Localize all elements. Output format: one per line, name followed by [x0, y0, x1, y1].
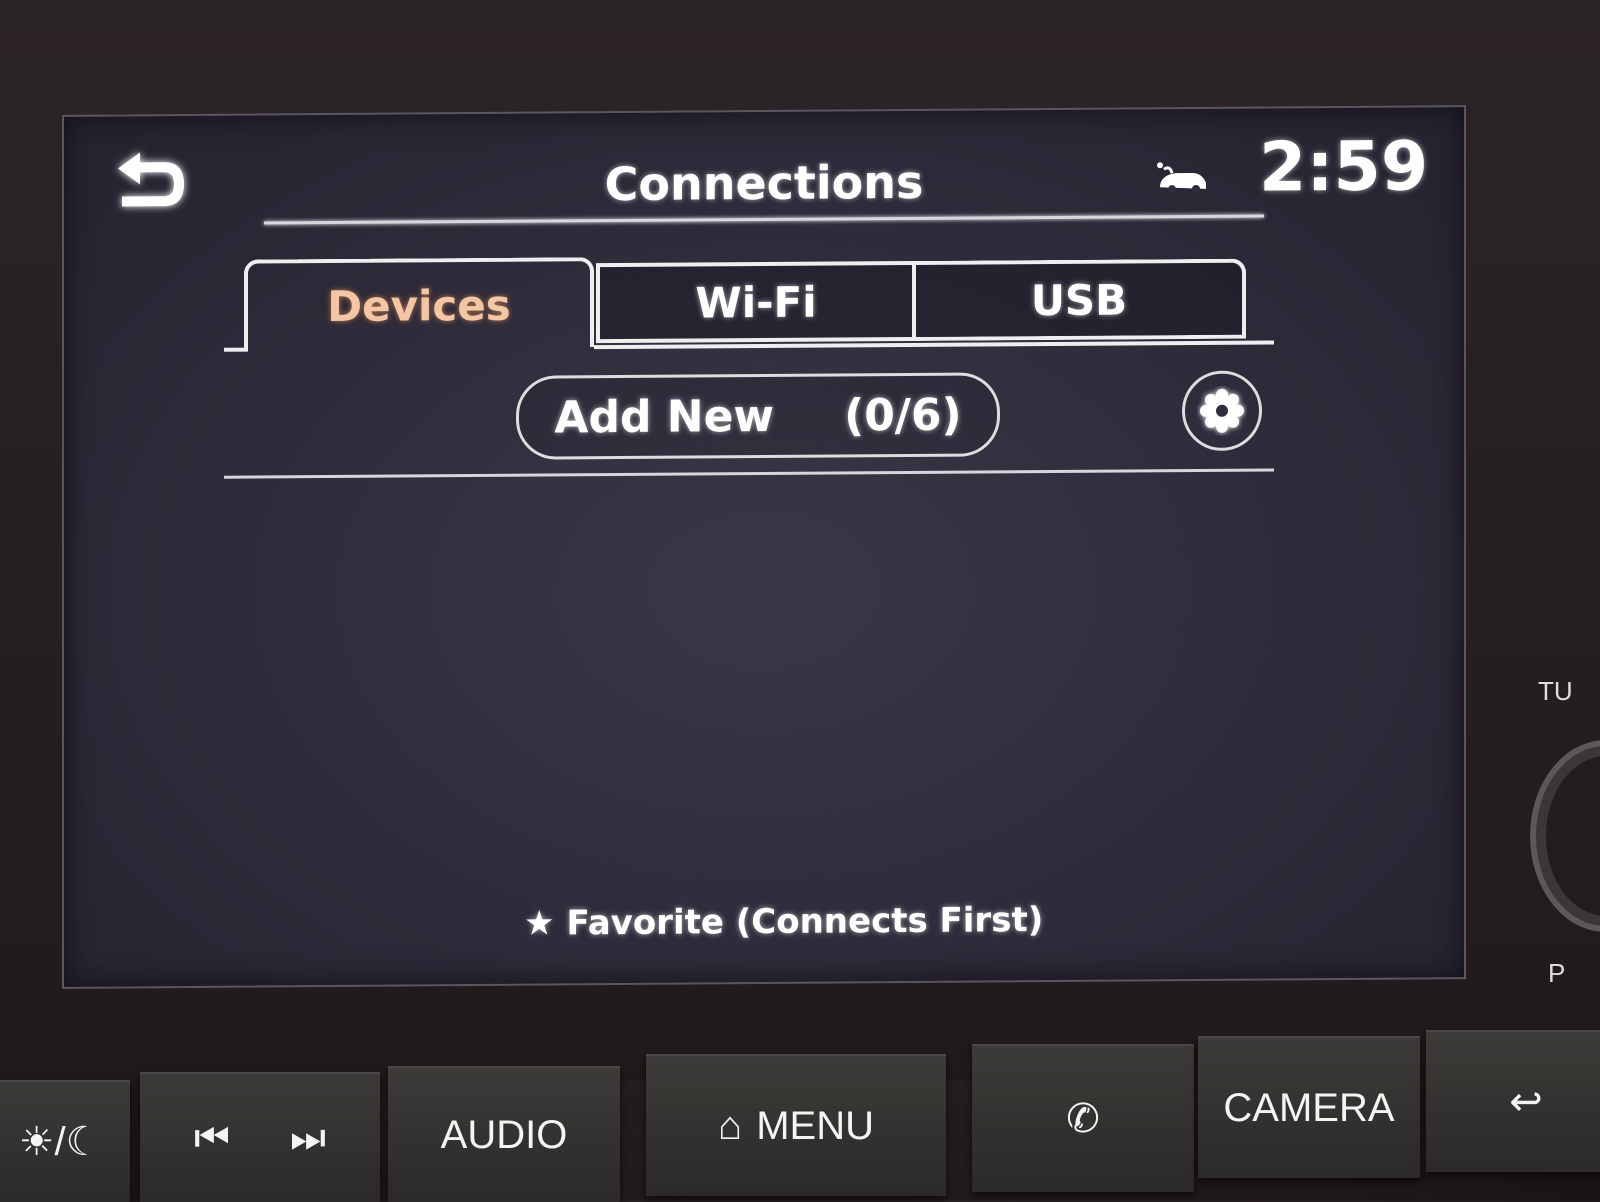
favorite-legend: ★ Favorite (Connects First)	[524, 900, 1043, 944]
seek-buttons[interactable]: ⏮ ⏭	[140, 1072, 380, 1202]
phone-button[interactable]: ✆	[972, 1044, 1194, 1192]
page-title: Connections	[604, 154, 924, 212]
back-arrow-icon: ↩	[1509, 1080, 1543, 1124]
tab-label: Wi-Fi	[695, 277, 817, 327]
device-count: (0/6)	[844, 389, 962, 441]
previous-track-icon[interactable]: ⏮	[194, 1116, 230, 1161]
star-icon: ★	[524, 903, 555, 944]
tab-wifi[interactable]: Wi-Fi	[596, 260, 916, 344]
phone-icon: ✆	[1066, 1097, 1100, 1141]
connection-tabs: Devices Wi-Fi USB	[224, 257, 1274, 355]
infotainment-screen: Connections 2:59 Devices Wi-Fi USB Add N…	[62, 105, 1466, 989]
tab-label: USB	[1030, 274, 1128, 325]
list-divider	[224, 468, 1274, 479]
day-night-icon: ☀/☾	[18, 1120, 102, 1164]
menu-label: MENU	[756, 1103, 874, 1148]
clock: 2:59	[1259, 127, 1429, 208]
tab-usb[interactable]: USB	[916, 258, 1246, 341]
hardware-back-button[interactable]: ↩	[1426, 1030, 1600, 1172]
next-track-icon[interactable]: ⏭	[290, 1116, 326, 1161]
tune-label: TU	[1538, 676, 1573, 706]
favorite-legend-text: Favorite (Connects First)	[566, 900, 1044, 944]
tab-devices[interactable]: Devices	[244, 257, 594, 350]
push-label: P	[1548, 958, 1566, 988]
header-divider	[264, 214, 1264, 225]
settings-button[interactable]	[1182, 370, 1262, 452]
audio-label: AUDIO	[440, 1112, 568, 1157]
tab-label: Devices	[327, 280, 511, 331]
connected-car-icon	[1154, 159, 1210, 195]
add-new-device-button[interactable]: Add New (0/6)	[516, 372, 1000, 460]
home-icon: ⌂	[718, 1103, 743, 1148]
gear-icon	[1200, 388, 1244, 433]
audio-button[interactable]: AUDIO	[388, 1066, 620, 1202]
hardware-button-row: ☀/☾ ⏮ ⏭ AUDIO ⌂ MENU ✆ CAMERA ↩	[0, 1030, 1600, 1202]
menu-button[interactable]: ⌂ MENU	[646, 1054, 946, 1196]
tab-baseline	[224, 347, 248, 352]
day-night-button[interactable]: ☀/☾	[0, 1080, 130, 1202]
camera-label: CAMERA	[1223, 1085, 1395, 1130]
camera-button[interactable]: CAMERA	[1198, 1036, 1420, 1178]
add-new-label: Add New	[554, 390, 775, 443]
